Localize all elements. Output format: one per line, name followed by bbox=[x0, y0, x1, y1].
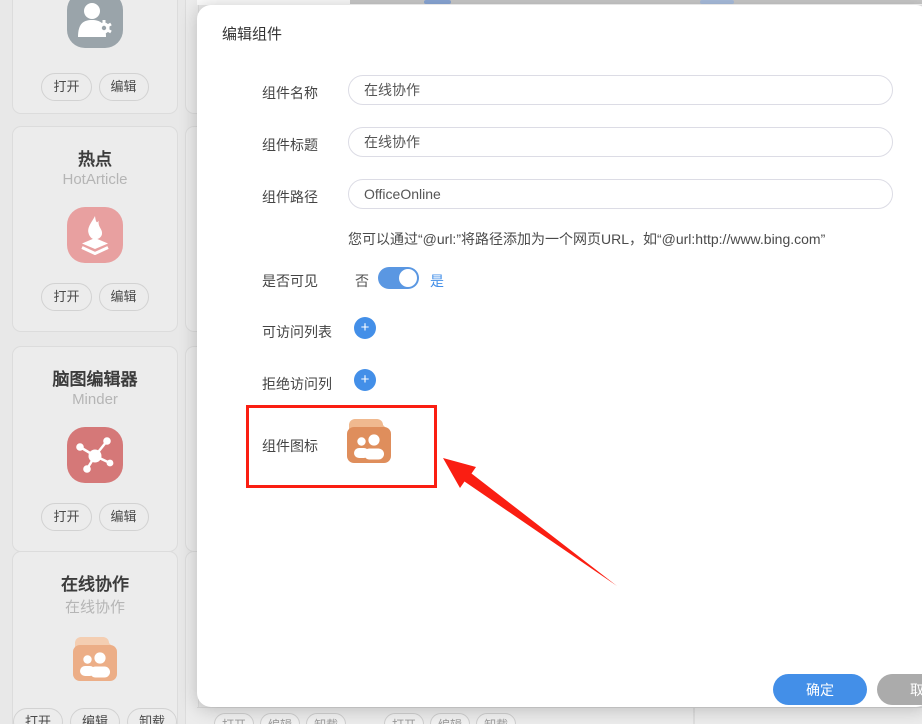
toggle-knob bbox=[399, 269, 417, 287]
component-card-hotarticle: 热点 HotArticle 打开 编辑 bbox=[12, 126, 178, 332]
card-subtitle: 在线协作 bbox=[64, 599, 125, 616]
component-title-input[interactable] bbox=[348, 127, 893, 157]
edit-button[interactable]: 编辑 bbox=[98, 283, 149, 311]
component-icon-label: 组件图标 bbox=[262, 438, 318, 454]
edit-button[interactable]: 编辑 bbox=[98, 73, 149, 101]
dialog-title: 编辑组件 bbox=[222, 26, 283, 43]
open-button[interactable]: 打开 bbox=[41, 503, 92, 531]
cancel-button[interactable]: 取消 bbox=[877, 674, 922, 705]
card-title: 热点 bbox=[78, 150, 112, 169]
add-deny-user-button[interactable]: + bbox=[354, 369, 376, 391]
background-uninstall-button: 卸载 bbox=[476, 713, 516, 724]
card-subtitle: Minder bbox=[72, 391, 118, 408]
card-title: 在线协作 bbox=[61, 575, 129, 594]
confirm-button[interactable]: 确定 bbox=[773, 674, 867, 705]
background-edit-button: 编辑 bbox=[430, 713, 470, 724]
component-name-input[interactable] bbox=[348, 75, 893, 105]
visibility-label: 是否可见 bbox=[262, 273, 318, 289]
visibility-off-label: 否 bbox=[355, 273, 369, 289]
background-open-button: 打开 bbox=[214, 713, 254, 724]
edit-button[interactable]: 编辑 bbox=[98, 503, 149, 531]
component-name-label: 组件名称 bbox=[262, 85, 318, 101]
uninstall-button[interactable]: 卸载 bbox=[127, 708, 177, 724]
component-path-input[interactable] bbox=[348, 179, 893, 209]
background-blue-element bbox=[700, 0, 734, 4]
edit-component-dialog: 编辑组件 组件名称 组件标题 组件路径 您可以通过“@url:”将路径添加为一个… bbox=[197, 5, 922, 707]
open-button[interactable]: 打开 bbox=[13, 708, 63, 724]
component-card-officeonline: 在线协作 在线协作 打开 编辑 卸载 bbox=[12, 551, 178, 724]
allow-list-label: 可访问列表 bbox=[262, 324, 332, 340]
component-title-label: 组件标题 bbox=[262, 137, 318, 153]
background-open-button: 打开 bbox=[384, 713, 424, 724]
open-button[interactable]: 打开 bbox=[41, 73, 92, 101]
visibility-toggle[interactable] bbox=[378, 267, 419, 289]
hot-article-icon bbox=[67, 207, 123, 263]
component-card-minder: 脑图编辑器 Minder 打开 编辑 bbox=[12, 346, 178, 552]
edit-button[interactable]: 编辑 bbox=[70, 708, 121, 724]
card-subtitle: HotArticle bbox=[62, 171, 128, 188]
background-uninstall-button: 卸载 bbox=[306, 713, 346, 724]
visibility-on-label: 是 bbox=[430, 273, 444, 289]
background-edit-button: 编辑 bbox=[260, 713, 300, 724]
user-settings-icon bbox=[67, 0, 123, 48]
minder-icon bbox=[67, 427, 123, 483]
background-bottom-strip: 打开 编辑 卸载 打开 编辑 卸载 bbox=[197, 707, 922, 724]
component-path-label: 组件路径 bbox=[262, 189, 318, 205]
deny-list-label: 拒绝访问列 bbox=[262, 376, 332, 392]
card-title: 脑图编辑器 bbox=[52, 370, 138, 389]
office-online-folder-icon bbox=[67, 632, 123, 688]
add-allow-user-button[interactable]: + bbox=[354, 317, 376, 339]
background-card-divider bbox=[693, 708, 695, 724]
open-button[interactable]: 打开 bbox=[41, 283, 92, 311]
office-online-folder-icon[interactable] bbox=[341, 414, 397, 470]
path-url-hint: 您可以通过“@url:”将路径添加为一个网页URL，如“@url:http://… bbox=[348, 231, 826, 247]
component-card-partial: 打开 编辑 bbox=[12, 0, 178, 114]
background-blue-element bbox=[424, 0, 451, 4]
